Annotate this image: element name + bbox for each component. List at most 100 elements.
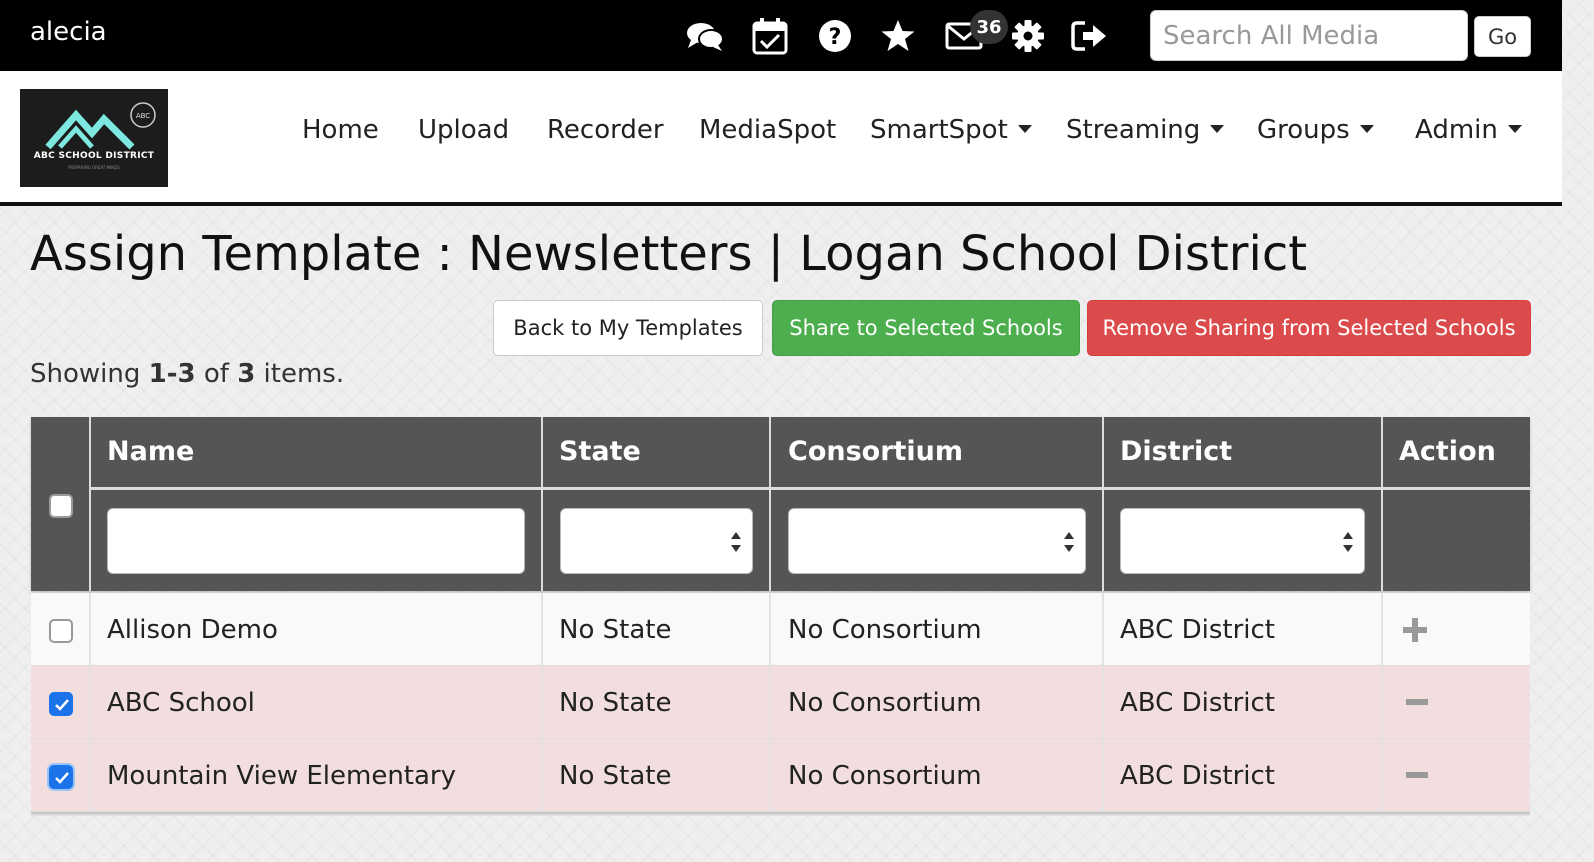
cell-divider: [769, 666, 771, 739]
district-filter-select[interactable]: [1120, 508, 1365, 574]
nav-streaming-label: Streaming: [1066, 115, 1201, 145]
row-consortium: No Consortium: [788, 687, 982, 718]
row-district: ABC District: [1120, 760, 1275, 791]
select-arrows-icon: [1343, 532, 1353, 552]
row-name: Allison Demo: [107, 614, 278, 645]
nav-groups-label: Groups: [1257, 115, 1350, 145]
checkmark-icon: [55, 699, 69, 711]
row-state: No State: [559, 614, 672, 645]
sign-out-icon[interactable]: [1070, 16, 1110, 56]
calendar-check-icon[interactable]: [750, 16, 790, 56]
cell-divider: [1102, 593, 1104, 666]
column-header-consortium[interactable]: Consortium: [788, 436, 963, 467]
logo-name: ABC SCHOOL DISTRICT: [33, 151, 155, 161]
row-consortium: No Consortium: [788, 760, 982, 791]
chevron-down-icon: [1210, 124, 1225, 133]
row-name: Mountain View Elementary: [107, 760, 457, 791]
nav-admin-label: Admin: [1415, 115, 1498, 145]
nav-recorder[interactable]: Recorder: [547, 115, 664, 145]
district-logo[interactable]: ABC ABC SCHOOL DISTRICT PREPARING GREAT …: [20, 89, 168, 187]
select-all-checkbox[interactable]: [49, 494, 73, 518]
cell-divider: [769, 739, 771, 812]
row-checkbox[interactable]: [49, 765, 73, 789]
select-arrows-icon: [731, 532, 741, 552]
summary-of: of: [195, 359, 238, 389]
column-header-state[interactable]: State: [559, 436, 641, 467]
nav-smartspot-label: SmartSpot: [870, 115, 1008, 145]
cell-divider: [541, 593, 543, 666]
star-icon[interactable]: [878, 16, 918, 56]
cell-divider: [89, 666, 91, 739]
gear-icon[interactable]: [1008, 16, 1048, 56]
table-row: ABC School No State No Consortium ABC Di…: [31, 666, 1530, 739]
chat-icon[interactable]: [685, 16, 725, 56]
row-state: No State: [559, 687, 672, 718]
go-button[interactable]: Go: [1474, 16, 1531, 57]
header-divider: [89, 417, 91, 591]
cell-divider: [1381, 666, 1383, 739]
nav-groups[interactable]: Groups: [1257, 115, 1374, 145]
share-selected-button[interactable]: Share to Selected Schools: [772, 300, 1080, 356]
chevron-down-icon: [1507, 124, 1522, 133]
table-row: Mountain View Elementary No State No Con…: [31, 739, 1530, 812]
nav-upload[interactable]: Upload: [418, 115, 509, 145]
minus-icon[interactable]: [1406, 772, 1428, 778]
summary-prefix: Showing: [30, 359, 149, 389]
header-divider: [1381, 417, 1383, 591]
cell-divider: [89, 739, 91, 812]
cell-divider: [541, 666, 543, 739]
top-bar: alecia ? 36 Search All Media Go: [0, 0, 1562, 71]
cell-divider: [769, 593, 771, 666]
results-summary: Showing 1-3 of 3 items.: [30, 359, 344, 389]
summary-total: 3: [237, 359, 256, 389]
logo-badge: ABC: [136, 112, 150, 120]
row-district: ABC District: [1120, 614, 1275, 645]
row-district: ABC District: [1120, 687, 1275, 718]
column-header-district[interactable]: District: [1120, 436, 1232, 467]
cell-divider: [1102, 666, 1104, 739]
header-row-divider: [91, 487, 1530, 490]
chevron-down-icon: [1017, 124, 1032, 133]
name-filter-input[interactable]: [107, 508, 525, 574]
nav-admin[interactable]: Admin: [1415, 115, 1522, 145]
nav-streaming[interactable]: Streaming: [1066, 115, 1225, 145]
header-divider: [1102, 417, 1104, 591]
cell-divider: [1381, 739, 1383, 812]
logo-tagline: PREPARING GREAT MINDS: [68, 165, 120, 170]
nav-mediaspot[interactable]: MediaSpot: [699, 115, 836, 145]
summary-suffix: items.: [255, 359, 345, 389]
help-icon[interactable]: ?: [815, 16, 855, 56]
row-consortium: No Consortium: [788, 614, 982, 645]
summary-range: 1-3: [148, 359, 196, 389]
nav-smartspot[interactable]: SmartSpot: [870, 115, 1032, 145]
cell-divider: [89, 593, 91, 666]
search-input[interactable]: [1150, 10, 1468, 61]
consortium-filter-select[interactable]: [788, 508, 1086, 574]
checkmark-icon: [55, 772, 69, 784]
username-link[interactable]: alecia: [30, 17, 107, 47]
svg-text:?: ?: [829, 25, 842, 50]
table-row: Allison Demo No State No Consortium ABC …: [31, 593, 1530, 666]
row-name: ABC School: [107, 687, 255, 718]
row-checkbox[interactable]: [49, 619, 73, 643]
main-nav: ABC ABC SCHOOL DISTRICT PREPARING GREAT …: [0, 71, 1562, 206]
column-header-action: Action: [1399, 436, 1496, 467]
state-filter-select[interactable]: [560, 508, 753, 574]
plus-icon[interactable]: [1402, 617, 1428, 643]
column-header-name[interactable]: Name: [107, 436, 194, 467]
mail-count-badge: 36: [970, 10, 1008, 44]
header-divider: [541, 417, 543, 591]
minus-icon[interactable]: [1406, 699, 1428, 705]
cell-divider: [1381, 593, 1383, 666]
remove-sharing-button[interactable]: Remove Sharing from Selected Schools: [1087, 300, 1531, 356]
table-bottom-shadow: [31, 812, 1530, 816]
row-state: No State: [559, 760, 672, 791]
chevron-down-icon: [1359, 124, 1374, 133]
page-title: Assign Template : Newsletters | Logan Sc…: [30, 226, 1308, 282]
row-checkbox[interactable]: [49, 692, 73, 716]
back-to-templates-button[interactable]: Back to My Templates: [493, 300, 763, 356]
nav-home[interactable]: Home: [302, 115, 379, 145]
cell-divider: [1102, 739, 1104, 812]
cell-divider: [541, 739, 543, 812]
header-divider: [769, 417, 771, 591]
